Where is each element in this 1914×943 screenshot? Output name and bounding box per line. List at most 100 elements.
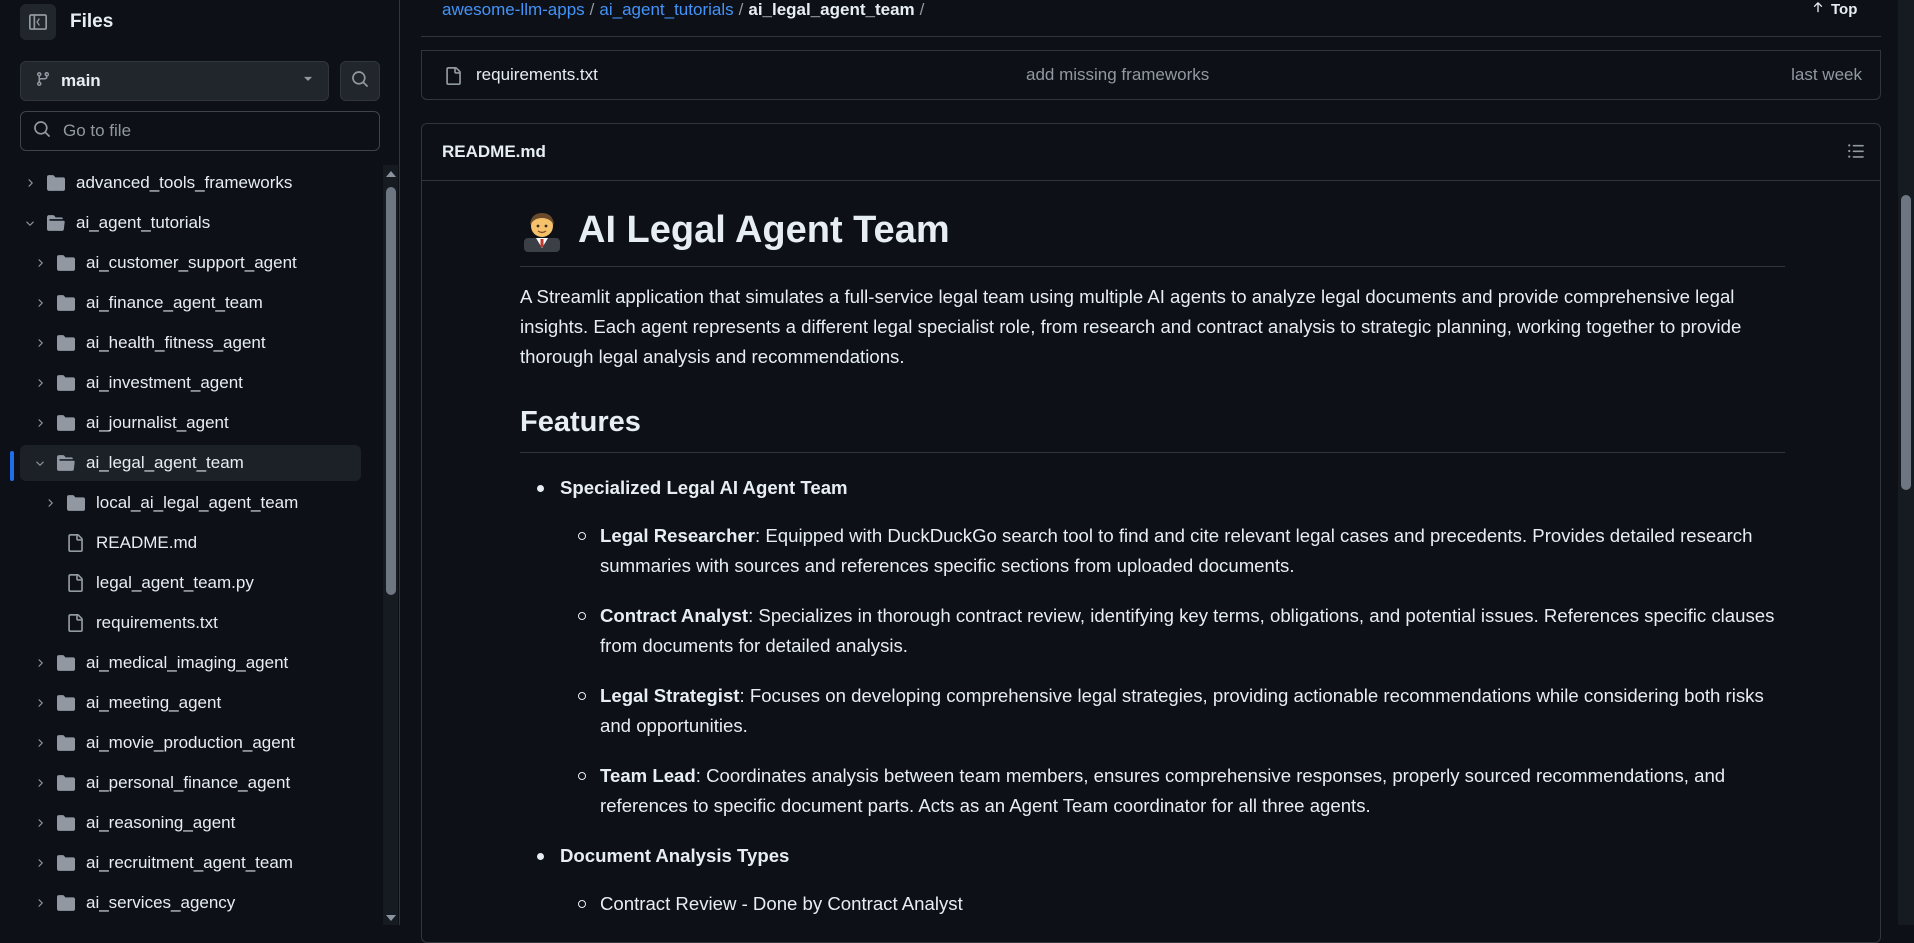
go-to-file-input[interactable] — [61, 120, 365, 142]
tree-folder-item[interactable]: ai_meeting_agent — [20, 685, 361, 721]
branch-selector-button[interactable]: main — [20, 61, 329, 101]
tree-folder-item[interactable]: ai_legal_agent_team — [20, 445, 361, 481]
sidebar-scrollbar[interactable] — [383, 165, 398, 925]
feature-group: Document Analysis Types Contract Review -… — [537, 841, 1785, 919]
judge-emoji-icon — [520, 208, 564, 252]
tree-folder-item[interactable]: ai_movie_production_agent — [20, 725, 361, 761]
back-to-top-button[interactable]: Top — [1811, 0, 1857, 18]
chevron-down-icon[interactable] — [22, 215, 38, 231]
sidebar-title: Files — [70, 11, 114, 32]
tree-folder-item[interactable]: ai_medical_imaging_agent — [20, 645, 361, 681]
tree-item-label: README.md — [96, 533, 198, 552]
tree-file-item[interactable]: requirements.txt — [20, 605, 361, 641]
breadcrumb-separator: / — [738, 0, 744, 19]
tree-file-item[interactable]: legal_agent_team.py — [20, 565, 361, 601]
chevron-right-icon[interactable] — [42, 495, 58, 511]
breadcrumb-repo-link[interactable]: awesome-llm-apps — [442, 0, 585, 19]
readme-content: AI Legal Agent Team A Streamlit applicat… — [520, 204, 1785, 939]
feature-item-description: Contract Review - Done by Contract Analy… — [600, 893, 963, 914]
search-files-button[interactable] — [340, 61, 380, 101]
folder-icon — [56, 254, 76, 272]
chevron-right-icon[interactable] — [32, 775, 48, 791]
folder-open-icon — [46, 214, 66, 232]
tree-folder-item[interactable]: ai_personal_finance_agent — [20, 765, 361, 801]
tree-item-label: requirements.txt — [96, 613, 218, 632]
tree-item-label: ai_reasoning_agent — [86, 813, 236, 832]
file-icon — [444, 66, 462, 91]
file-list-row[interactable]: requirements.txt add missing frameworks … — [421, 50, 1881, 100]
chevron-right-icon[interactable] — [32, 695, 48, 711]
chevron-right-icon[interactable] — [22, 175, 38, 191]
scroll-up-arrow-icon[interactable] — [386, 171, 396, 177]
chevron-right-icon[interactable] — [32, 735, 48, 751]
chevron-right-icon[interactable] — [32, 375, 48, 391]
tree-item-label: local_ai_legal_agent_team — [96, 493, 299, 512]
folder-icon — [66, 494, 86, 512]
folder-icon — [56, 374, 76, 392]
file-name-link[interactable]: requirements.txt — [476, 65, 598, 85]
tree-item-label: ai_agent_tutorials — [76, 213, 211, 232]
chevron-right-icon[interactable] — [32, 815, 48, 831]
folder-icon — [56, 774, 76, 792]
tree-folder-item[interactable]: ai_services_agency — [20, 885, 361, 921]
go-to-file-field[interactable] — [20, 111, 380, 151]
feature-item: Legal Strategist: Focuses on developing … — [578, 681, 1785, 741]
tree-item-label: ai_journalist_agent — [86, 413, 229, 432]
tree-folder-item[interactable]: ai_agent_tutorials — [20, 205, 361, 241]
tree-folder-item[interactable]: ai_reasoning_agent — [20, 805, 361, 841]
tree-file-item[interactable]: README.md — [20, 525, 361, 561]
chevron-right-icon[interactable] — [32, 655, 48, 671]
folder-icon — [56, 654, 76, 672]
feature-item-description: : Focuses on developing comprehensive le… — [600, 685, 1764, 736]
sidebar-collapse-icon[interactable] — [20, 4, 56, 40]
chevron-down-icon[interactable] — [32, 455, 48, 471]
chevron-right-icon[interactable] — [32, 415, 48, 431]
tree-folder-item[interactable]: ai_journalist_agent — [20, 405, 361, 441]
tree-item-label: ai_movie_production_agent — [86, 733, 295, 752]
feature-sublist: Legal Researcher: Equipped with DuckDuck… — [560, 521, 1785, 821]
features-list: Specialized Legal AI Agent Team Legal Res… — [520, 473, 1785, 919]
features-heading: Features — [520, 402, 1785, 453]
chevron-right-icon[interactable] — [32, 255, 48, 271]
tree-folder-item[interactable]: ai_finance_agent_team — [20, 285, 361, 321]
breadcrumb-current: ai_legal_agent_team — [748, 0, 915, 19]
tree-item-label: ai_legal_agent_team — [86, 453, 244, 472]
folder-icon — [56, 694, 76, 712]
readme-panel: README.md AI Legal Agent Team A Streamli… — [421, 123, 1881, 943]
readme-title: AI Legal Agent Team — [520, 204, 1785, 267]
feature-item-description: : Coordinates analysis between team memb… — [600, 765, 1726, 816]
feature-item-term: Contract Analyst — [600, 605, 749, 626]
readme-filename[interactable]: README.md — [442, 142, 546, 162]
commit-message-link[interactable]: add missing frameworks — [1026, 65, 1209, 85]
tree-folder-item[interactable]: local_ai_legal_agent_team — [20, 485, 361, 521]
chevron-right-icon[interactable] — [32, 295, 48, 311]
tree-folder-item[interactable]: ai_health_fitness_agent — [20, 325, 361, 361]
sidebar-header: Files — [20, 4, 113, 40]
tree-folder-item[interactable]: advanced_tools_frameworks — [20, 165, 361, 201]
tree-folder-item[interactable]: ai_customer_support_agent — [20, 245, 361, 281]
tree-item-label: ai_customer_support_agent — [86, 253, 297, 272]
tree-folder-item[interactable]: ai_recruitment_agent_team — [20, 845, 361, 881]
list-unordered-icon[interactable] — [1846, 142, 1866, 165]
sidebar-scrollbar-thumb[interactable] — [386, 187, 396, 595]
breadcrumb-folder-link[interactable]: ai_agent_tutorials — [599, 0, 733, 19]
scroll-down-arrow-icon[interactable] — [386, 915, 396, 921]
folder-icon — [56, 414, 76, 432]
file-icon — [66, 614, 86, 632]
feature-item-term: Legal Strategist — [600, 685, 740, 706]
tree-item-label: ai_meeting_agent — [86, 693, 222, 712]
feature-group: Specialized Legal AI Agent Team Legal Res… — [537, 473, 1785, 821]
feature-item-term: Team Lead — [600, 765, 696, 786]
page-scrollbar-thumb[interactable] — [1901, 195, 1911, 490]
chevron-right-icon[interactable] — [32, 895, 48, 911]
tree-folder-item[interactable]: ai_investment_agent — [20, 365, 361, 401]
tree-item-label: ai_services_agency — [86, 893, 236, 912]
chevron-right-icon[interactable] — [32, 855, 48, 871]
triangle-down-icon — [302, 72, 314, 90]
chevron-right-icon[interactable] — [32, 335, 48, 351]
page-scrollbar[interactable] — [1898, 0, 1914, 925]
tree-item-label: ai_personal_finance_agent — [86, 773, 291, 792]
folder-icon — [56, 854, 76, 872]
breadcrumb: awesome-llm-apps / ai_agent_tutorials / ai_l… — [442, 0, 929, 20]
